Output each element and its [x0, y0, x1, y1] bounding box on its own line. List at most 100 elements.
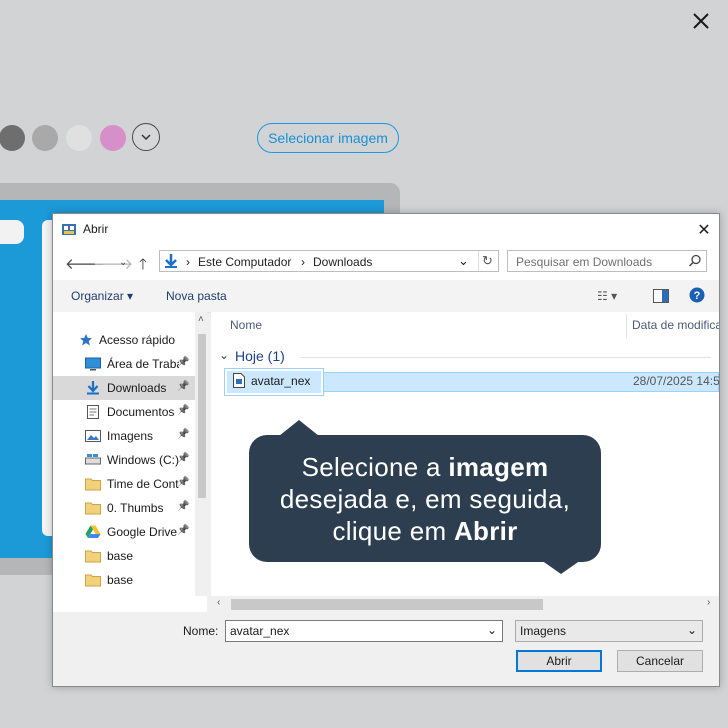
chevron-down-icon[interactable]: ⌄: [458, 253, 469, 269]
instruction-tooltip: Selecione a imagem desejada e, em seguid…: [249, 435, 601, 562]
chevron-down-icon[interactable]: ⌄: [487, 623, 497, 637]
scrollbar-thumb[interactable]: [231, 599, 543, 610]
sidebar-item[interactable]: 0. Thumbs 📌: [53, 496, 195, 520]
file-date: 28/07/2025 14:59: [633, 374, 719, 388]
search-input[interactable]: Pesquisar em Downloads: [507, 250, 707, 272]
horizontal-scrollbar[interactable]: ‹ ›: [211, 596, 719, 612]
close-icon[interactable]: [688, 8, 714, 34]
organize-label: Organizar: [71, 289, 124, 303]
column-header-name[interactable]: Nome: [230, 318, 262, 332]
chevron-up-icon[interactable]: ˄: [198, 314, 204, 325]
color-swatch[interactable]: [0, 125, 25, 151]
tooltip-pointer: [279, 420, 319, 436]
folder-icon: [85, 549, 101, 563]
sidebar-item[interactable]: Downloads 📌: [53, 376, 195, 400]
sidebar-item[interactable]: Google Drive 📌: [53, 520, 195, 544]
google-drive-icon: [85, 525, 101, 539]
drive-icon: [85, 453, 101, 467]
sidebar-item[interactable]: Windows (C:) 📌: [53, 448, 195, 472]
sidebar-item[interactable]: base: [53, 568, 195, 592]
more-colors-button[interactable]: [132, 123, 160, 151]
folder-icon: [85, 573, 101, 587]
svg-text:?: ?: [694, 290, 701, 302]
select-image-button[interactable]: Selecionar imagem: [257, 123, 399, 153]
sidebar-item[interactable]: Área de Traba 📌: [53, 352, 195, 376]
sidebar-item[interactable]: Time de Cont 📌: [53, 472, 195, 496]
preview-pill: [0, 220, 24, 244]
sidebar-item[interactable]: Acesso rápido: [53, 328, 195, 352]
file-name: avatar_nex: [251, 374, 311, 388]
navigation-pane: Acesso rápido Área de Traba 📌 Downloads 📌 Doc…: [53, 312, 207, 612]
pin-icon: 📌: [177, 429, 190, 440]
new-folder-button[interactable]: Nova pasta: [166, 289, 227, 303]
breadcrumb-root[interactable]: Este Computador: [198, 255, 291, 269]
tooltip-text: desejada e, em seguida,: [279, 484, 571, 514]
sidebar-item[interactable]: Documentos 📌: [53, 400, 195, 424]
sidebar-item-label: Imagens: [107, 429, 154, 443]
folder-icon: [85, 501, 101, 515]
close-icon[interactable]: ✕: [693, 219, 715, 241]
divider: [478, 251, 479, 271]
chevron-left-icon[interactable]: ‹: [217, 597, 220, 608]
tooltip-bold: imagem: [448, 452, 549, 482]
sidebar-item[interactable]: Imagens 📌: [53, 424, 195, 448]
cancel-button[interactable]: Cancelar: [617, 650, 703, 672]
document-icon: [85, 405, 101, 419]
pin-icon: 📌: [177, 477, 190, 488]
column-header-date[interactable]: Data de modifica: [632, 318, 719, 332]
sidebar-item-label: Google Drive: [107, 525, 178, 539]
image-file-icon: [233, 373, 245, 393]
filetype-value: Imagens: [520, 624, 567, 638]
chevron-down-icon[interactable]: ⌄: [219, 348, 229, 362]
tooltip-bold: Abrir: [453, 516, 518, 546]
sidebar-item-label: base: [107, 549, 134, 563]
pin-icon: 📌: [177, 405, 190, 416]
help-icon[interactable]: ?: [689, 287, 705, 308]
dialog-toolbar: Organizar ▾ Nova pasta ☷ ▾ ?: [53, 280, 719, 313]
sidebar-item-label: base: [107, 573, 134, 587]
address-bar[interactable]: › Este Computador › Downloads ⌄ ↻: [159, 250, 499, 272]
folder-icon: [85, 477, 101, 491]
open-button[interactable]: Abrir: [516, 650, 602, 672]
sidebar-item-label: Windows (C:): [107, 453, 179, 467]
divider: [301, 357, 711, 358]
column-separator: [626, 314, 627, 338]
sidebar-item-label: Downloads: [107, 381, 167, 395]
navigation-bar: 🡐 🡒 ⌄ 🡑 › Este Computador › Downloads ⌄ …: [53, 244, 719, 280]
image-icon: [85, 429, 101, 443]
filename-input[interactable]: avatar_nex ⌄: [225, 620, 503, 642]
pin-icon: 📌: [177, 453, 190, 464]
dialog-title: Abrir: [83, 222, 109, 236]
up-arrow-icon[interactable]: 🡑: [139, 254, 147, 279]
dialog-titlebar: Abrir ✕: [53, 214, 719, 244]
search-icon[interactable]: [688, 254, 702, 273]
sidebar-item[interactable]: base: [53, 544, 195, 568]
pin-icon: 📌: [177, 501, 190, 512]
filetype-select[interactable]: Imagens ⌄: [515, 620, 703, 642]
sidebar-footer: [53, 596, 207, 612]
recent-locations-icon[interactable]: ⌄: [119, 257, 127, 268]
view-options-icon[interactable]: ☷ ▾: [597, 289, 617, 303]
download-icon: [85, 381, 101, 395]
scrollbar-thumb[interactable]: [198, 334, 206, 498]
chevron-down-icon[interactable]: ⌄: [687, 623, 697, 637]
color-swatch[interactable]: [100, 125, 126, 151]
download-icon: [163, 253, 179, 274]
sidebar-item-label: Time de Cont: [107, 477, 179, 491]
color-swatch[interactable]: [32, 125, 58, 151]
preview-pane-icon[interactable]: [653, 289, 669, 308]
refresh-icon[interactable]: ↻: [482, 253, 493, 269]
breadcrumb-folder[interactable]: Downloads: [313, 255, 372, 269]
tooltip-text: clique em: [332, 516, 454, 546]
sidebar-item-label: Documentos: [107, 405, 175, 419]
color-swatch[interactable]: [66, 125, 92, 151]
chevron-right-icon[interactable]: ›: [707, 597, 710, 608]
sidebar-item-label: Acesso rápido: [99, 333, 176, 347]
search-placeholder: Pesquisar em Downloads: [516, 255, 653, 269]
star-icon: [79, 333, 95, 347]
pin-icon: 📌: [177, 381, 190, 392]
tooltip-tail: [541, 560, 581, 574]
breadcrumb-separator: ›: [301, 255, 305, 269]
organize-menu[interactable]: Organizar ▾: [71, 289, 133, 303]
pin-icon: 📌: [177, 357, 190, 368]
